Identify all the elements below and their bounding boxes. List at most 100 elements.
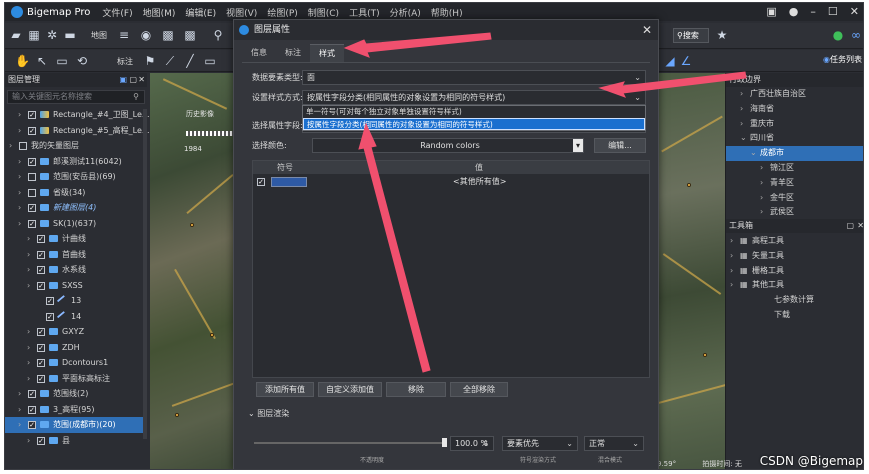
layer-tree-item[interactable]: › ✓ 3_高程(95) [5, 402, 147, 418]
layer-checkbox[interactable]: ✓ [28, 204, 36, 212]
link-icon[interactable]: ∞ [849, 28, 863, 42]
layer-tree-item[interactable]: › ✓ 水系线 [5, 262, 147, 278]
layer-tree-item[interactable]: › 省级(34) [5, 185, 147, 201]
layer-search-input[interactable]: 输入关键图元名称搜索 ⚲ [7, 90, 145, 104]
layer-tree-item[interactable]: › ✓ Rectangle_#5_高程_Le... [5, 123, 150, 139]
layer-checkbox[interactable]: ✓ [28, 111, 36, 119]
layer-checkbox[interactable]: ✓ [37, 436, 45, 445]
chevron-right-icon[interactable]: › [27, 278, 30, 294]
layer-checkbox[interactable]: ✓ [28, 421, 36, 429]
tab-label[interactable]: 标注 [276, 44, 310, 62]
chevron-right-icon[interactable]: › [18, 216, 21, 232]
admin-tree-item[interactable]: › 青羊区 [726, 176, 863, 191]
float-panel-icon[interactable]: ▢ [129, 73, 137, 87]
blend-mode-select[interactable]: 正常 ⌄ [584, 436, 644, 451]
layer-tree-item[interactable]: › 我的矢量图层 [5, 138, 147, 154]
chevron-right-icon[interactable]: › [730, 234, 733, 249]
globe-icon[interactable]: ◉ [139, 28, 153, 42]
chevron-right-icon[interactable]: › [18, 154, 21, 170]
chevron-right-icon[interactable]: › [740, 87, 743, 102]
layer-checkbox[interactable] [28, 173, 36, 181]
layer-checkbox[interactable]: ✓ [37, 359, 45, 367]
chevron-right-icon[interactable]: › [760, 205, 763, 220]
folder-open-icon[interactable]: ▰ [9, 28, 23, 42]
layer-tree-item[interactable]: › ✓ 范围(成都市)(20) [5, 417, 147, 433]
layer-checkbox[interactable]: ✓ [28, 126, 36, 135]
table-row[interactable]: ✓ <其他所有值> [253, 174, 649, 190]
layer-checkbox[interactable]: ✓ [46, 312, 54, 321]
measure-label[interactable]: 标注 [117, 56, 133, 67]
layer-tree-item[interactable]: › ✓ 首曲线 [5, 247, 147, 263]
line-icon[interactable]: ╱ [183, 54, 197, 68]
add-custom-value-button[interactable]: 自定义添加值 [318, 382, 382, 397]
layer-checkbox[interactable]: ✓ [28, 405, 36, 414]
chevron-down-icon[interactable]: ⌄ [740, 131, 747, 146]
toolbox-item[interactable]: 七参数计算 [726, 293, 863, 308]
task-list-button[interactable]: ◉任务列表 [823, 54, 862, 65]
layer-checkbox[interactable]: ✓ [37, 343, 45, 352]
chevron-right-icon[interactable]: › [740, 117, 743, 132]
layer-tree-item[interactable]: › ✓ SK(1)(637) [5, 216, 147, 232]
chevron-right-icon[interactable]: › [18, 169, 21, 185]
layer-tree-item[interactable]: › ✓ Rectangle_#4_卫图_Le... [5, 107, 150, 123]
layer-checkbox[interactable]: ✓ [37, 250, 45, 259]
chevron-right-icon[interactable]: › [18, 200, 21, 216]
search-button[interactable]: ⚲搜索 [673, 28, 709, 43]
layer-checkbox[interactable]: ✓ [28, 157, 36, 166]
polyline-icon[interactable]: ⟋ [163, 54, 177, 68]
refresh-icon[interactable]: ⟲ [75, 54, 89, 68]
chevron-right-icon[interactable]: › [730, 249, 733, 264]
admin-tree-item[interactable]: › 广西壮族自治区 [726, 87, 863, 102]
layer-checkbox[interactable]: ✓ [28, 390, 36, 398]
layer-tree-item[interactable]: › ✓ 范围线(2) [5, 386, 147, 402]
chevron-right-icon[interactable]: › [18, 107, 21, 123]
chevron-right-icon[interactable]: › [18, 123, 21, 139]
layer-checkbox[interactable]: ✓ [37, 235, 45, 243]
map-marker[interactable] [190, 223, 194, 227]
user-avatar[interactable]: ● [789, 5, 799, 18]
menu-analysis[interactable]: 分析(A) [390, 6, 421, 19]
menu-help[interactable]: 帮助(H) [431, 6, 463, 19]
map-view-left[interactable]: 历史影像 1984 [150, 73, 238, 469]
style-mode-select[interactable]: 按属性字段分类(相同属性的对象设置为相同的符号样式) ⌄ [302, 90, 646, 105]
layer-checkbox[interactable] [28, 188, 36, 197]
map-marker[interactable] [703, 353, 707, 357]
chevron-right-icon[interactable]: › [27, 433, 30, 449]
map-marker[interactable] [175, 413, 179, 417]
layer-checkbox[interactable] [19, 142, 27, 150]
magnifier-icon[interactable]: ⚲ [211, 28, 225, 42]
chevron-right-icon[interactable]: › [27, 231, 30, 247]
menu-cartography[interactable]: 制图(C) [308, 6, 339, 19]
chevron-right-icon[interactable]: › [18, 417, 21, 433]
chevron-right-icon[interactable]: › [9, 138, 12, 154]
pan-hand-icon[interactable]: ✋ [15, 54, 30, 68]
layer-checkbox[interactable]: ✓ [37, 374, 45, 383]
remove-button[interactable]: 移除 [386, 382, 446, 397]
map-view-right[interactable] [657, 73, 725, 469]
layer-checkbox[interactable]: ✓ [37, 328, 45, 336]
zoom-rect-icon[interactable]: ▭ [55, 54, 69, 68]
layer-tree-item[interactable]: › ✓ 县 [5, 433, 147, 449]
menu-edit[interactable]: 编辑(E) [185, 6, 216, 19]
opacity-slider-handle[interactable] [442, 438, 447, 447]
grid-icon[interactable]: ▩ [161, 28, 175, 42]
chat-icon[interactable]: ▣ [766, 5, 776, 18]
opacity-slider[interactable] [254, 442, 444, 444]
chevron-right-icon[interactable]: › [27, 371, 30, 387]
remove-all-button[interactable]: 全部移除 [450, 382, 508, 397]
chevron-right-icon[interactable]: › [27, 247, 30, 263]
dialog-close-icon[interactable]: ✕ [642, 20, 652, 40]
admin-tree-item[interactable]: › 锦江区 [726, 161, 863, 176]
chevron-right-icon[interactable]: › [730, 278, 733, 293]
tab-info[interactable]: 信息 [242, 44, 276, 62]
layer-tree-item[interactable]: › ✓ Dcontours1 [5, 355, 147, 371]
close-panel-icon[interactable]: ✕ [138, 73, 145, 87]
toolbox-item[interactable]: 下载 [726, 308, 863, 323]
render-priority-select[interactable]: 要素优先 ⌄ [502, 436, 578, 451]
chevron-down-icon[interactable]: ⌄ [750, 146, 757, 161]
admin-tree-item[interactable]: › 重庆市 [726, 117, 863, 132]
toolbox-item[interactable]: › ▦ 栅格工具 [726, 264, 863, 279]
chevron-right-icon[interactable]: › [18, 402, 21, 418]
layer-checkbox[interactable]: ✓ [37, 266, 45, 274]
toolbox-item[interactable]: › ▦ 高程工具 [726, 234, 863, 249]
